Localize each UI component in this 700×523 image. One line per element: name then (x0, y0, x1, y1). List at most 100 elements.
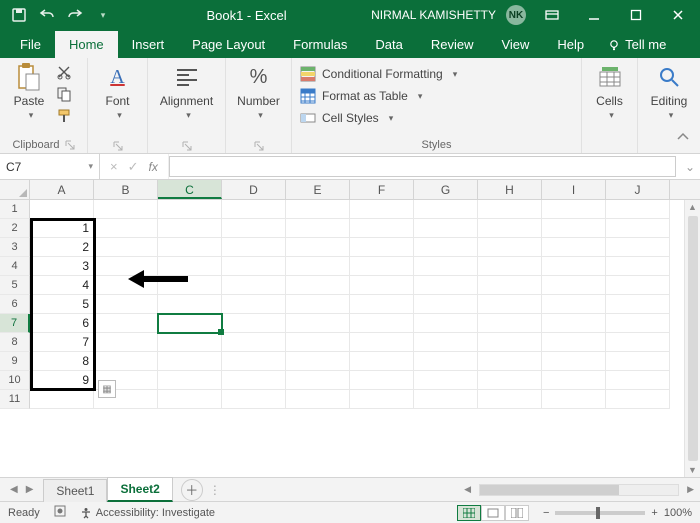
cell[interactable]: 8 (30, 352, 94, 371)
cell[interactable] (222, 276, 286, 295)
tab-file[interactable]: File (6, 31, 55, 58)
cell[interactable] (478, 295, 542, 314)
row-header[interactable]: 9 (0, 352, 30, 371)
select-all-corner[interactable] (0, 180, 30, 199)
cell[interactable] (158, 390, 222, 409)
cell[interactable] (350, 238, 414, 257)
cell[interactable] (414, 390, 478, 409)
maximize-icon[interactable] (620, 4, 652, 26)
cell[interactable] (606, 276, 670, 295)
row-header[interactable]: 6 (0, 295, 30, 314)
cell[interactable]: 3 (30, 257, 94, 276)
cell[interactable] (222, 390, 286, 409)
cell[interactable] (158, 352, 222, 371)
cell[interactable] (350, 219, 414, 238)
row-header[interactable]: 4 (0, 257, 30, 276)
col-header[interactable]: J (606, 180, 670, 199)
cell[interactable] (222, 257, 286, 276)
row-header[interactable]: 1 (0, 200, 30, 219)
cell[interactable] (94, 352, 158, 371)
cell[interactable] (414, 219, 478, 238)
paste-button[interactable]: Paste ▾ (8, 62, 50, 121)
col-header[interactable]: G (414, 180, 478, 199)
col-header[interactable]: D (222, 180, 286, 199)
qat-customize-icon[interactable]: ▾ (92, 4, 114, 26)
minimize-icon[interactable] (578, 4, 610, 26)
cell[interactable] (350, 276, 414, 295)
cell[interactable]: 1 (30, 219, 94, 238)
cell[interactable] (478, 257, 542, 276)
cell[interactable] (158, 371, 222, 390)
copy-icon[interactable] (56, 86, 72, 102)
cell[interactable] (222, 352, 286, 371)
cell[interactable] (222, 238, 286, 257)
name-box[interactable]: C7 ▾ (0, 154, 100, 179)
cell[interactable] (542, 276, 606, 295)
cell[interactable] (350, 295, 414, 314)
cell[interactable] (350, 371, 414, 390)
cell[interactable] (158, 200, 222, 219)
tab-review[interactable]: Review (417, 31, 488, 58)
row-header[interactable]: 2 (0, 219, 30, 238)
collapse-ribbon-icon[interactable] (676, 130, 690, 147)
cells-button[interactable]: Cells ▾ (590, 62, 629, 121)
redo-icon[interactable] (64, 4, 86, 26)
cell[interactable] (350, 390, 414, 409)
alignment-button[interactable]: Alignment ▾ (166, 62, 208, 121)
cell[interactable] (94, 219, 158, 238)
cell[interactable] (606, 219, 670, 238)
account-name[interactable]: NIRMAL KAMISHETTY (371, 8, 496, 22)
cell[interactable] (350, 257, 414, 276)
cell[interactable] (542, 219, 606, 238)
cell[interactable] (542, 295, 606, 314)
cell[interactable] (350, 200, 414, 219)
cell[interactable] (542, 238, 606, 257)
vertical-scrollbar[interactable]: ▲ ▼ (684, 200, 700, 477)
col-header[interactable]: F (350, 180, 414, 199)
zoom-in-icon[interactable]: + (651, 507, 657, 519)
cell[interactable] (94, 333, 158, 352)
cell[interactable]: 4 (30, 276, 94, 295)
row-header[interactable]: 10 (0, 371, 30, 390)
cell[interactable] (286, 200, 350, 219)
col-header[interactable]: A (30, 180, 94, 199)
cell[interactable] (414, 371, 478, 390)
tab-page-layout[interactable]: Page Layout (178, 31, 279, 58)
cell[interactable] (158, 276, 222, 295)
col-header[interactable]: E (286, 180, 350, 199)
horizontal-scrollbar[interactable]: ◀ ▶ (227, 484, 700, 496)
cell[interactable] (286, 371, 350, 390)
accessibility-button[interactable]: Accessibility: Investigate (80, 507, 215, 519)
cell[interactable] (94, 200, 158, 219)
cell[interactable] (606, 314, 670, 333)
scroll-right-icon[interactable]: ▶ (687, 484, 694, 495)
cell[interactable] (158, 257, 222, 276)
cell[interactable] (478, 390, 542, 409)
cell[interactable] (414, 238, 478, 257)
fill-handle[interactable] (218, 329, 224, 335)
account-avatar[interactable]: NK (506, 5, 526, 25)
cell[interactable] (158, 238, 222, 257)
cell[interactable] (286, 390, 350, 409)
cell[interactable] (94, 314, 158, 333)
cell[interactable] (222, 314, 286, 333)
cell[interactable] (222, 371, 286, 390)
dialog-launcher-icon[interactable] (113, 141, 123, 151)
cell[interactable] (542, 371, 606, 390)
cell[interactable] (478, 314, 542, 333)
macro-record-icon[interactable] (54, 505, 66, 520)
cell[interactable]: 7 (30, 333, 94, 352)
cell[interactable] (350, 352, 414, 371)
cell[interactable] (94, 295, 158, 314)
cell[interactable] (286, 352, 350, 371)
cell[interactable] (94, 238, 158, 257)
cell[interactable] (286, 333, 350, 352)
cell[interactable] (158, 314, 222, 333)
cell[interactable] (478, 333, 542, 352)
cell[interactable] (542, 390, 606, 409)
cell[interactable] (414, 276, 478, 295)
row-header[interactable]: 3 (0, 238, 30, 257)
cell[interactable] (606, 371, 670, 390)
cell-styles-button[interactable]: Cell Styles ▾ (300, 110, 393, 126)
sheet-tab-sheet1[interactable]: Sheet1 (43, 479, 107, 502)
